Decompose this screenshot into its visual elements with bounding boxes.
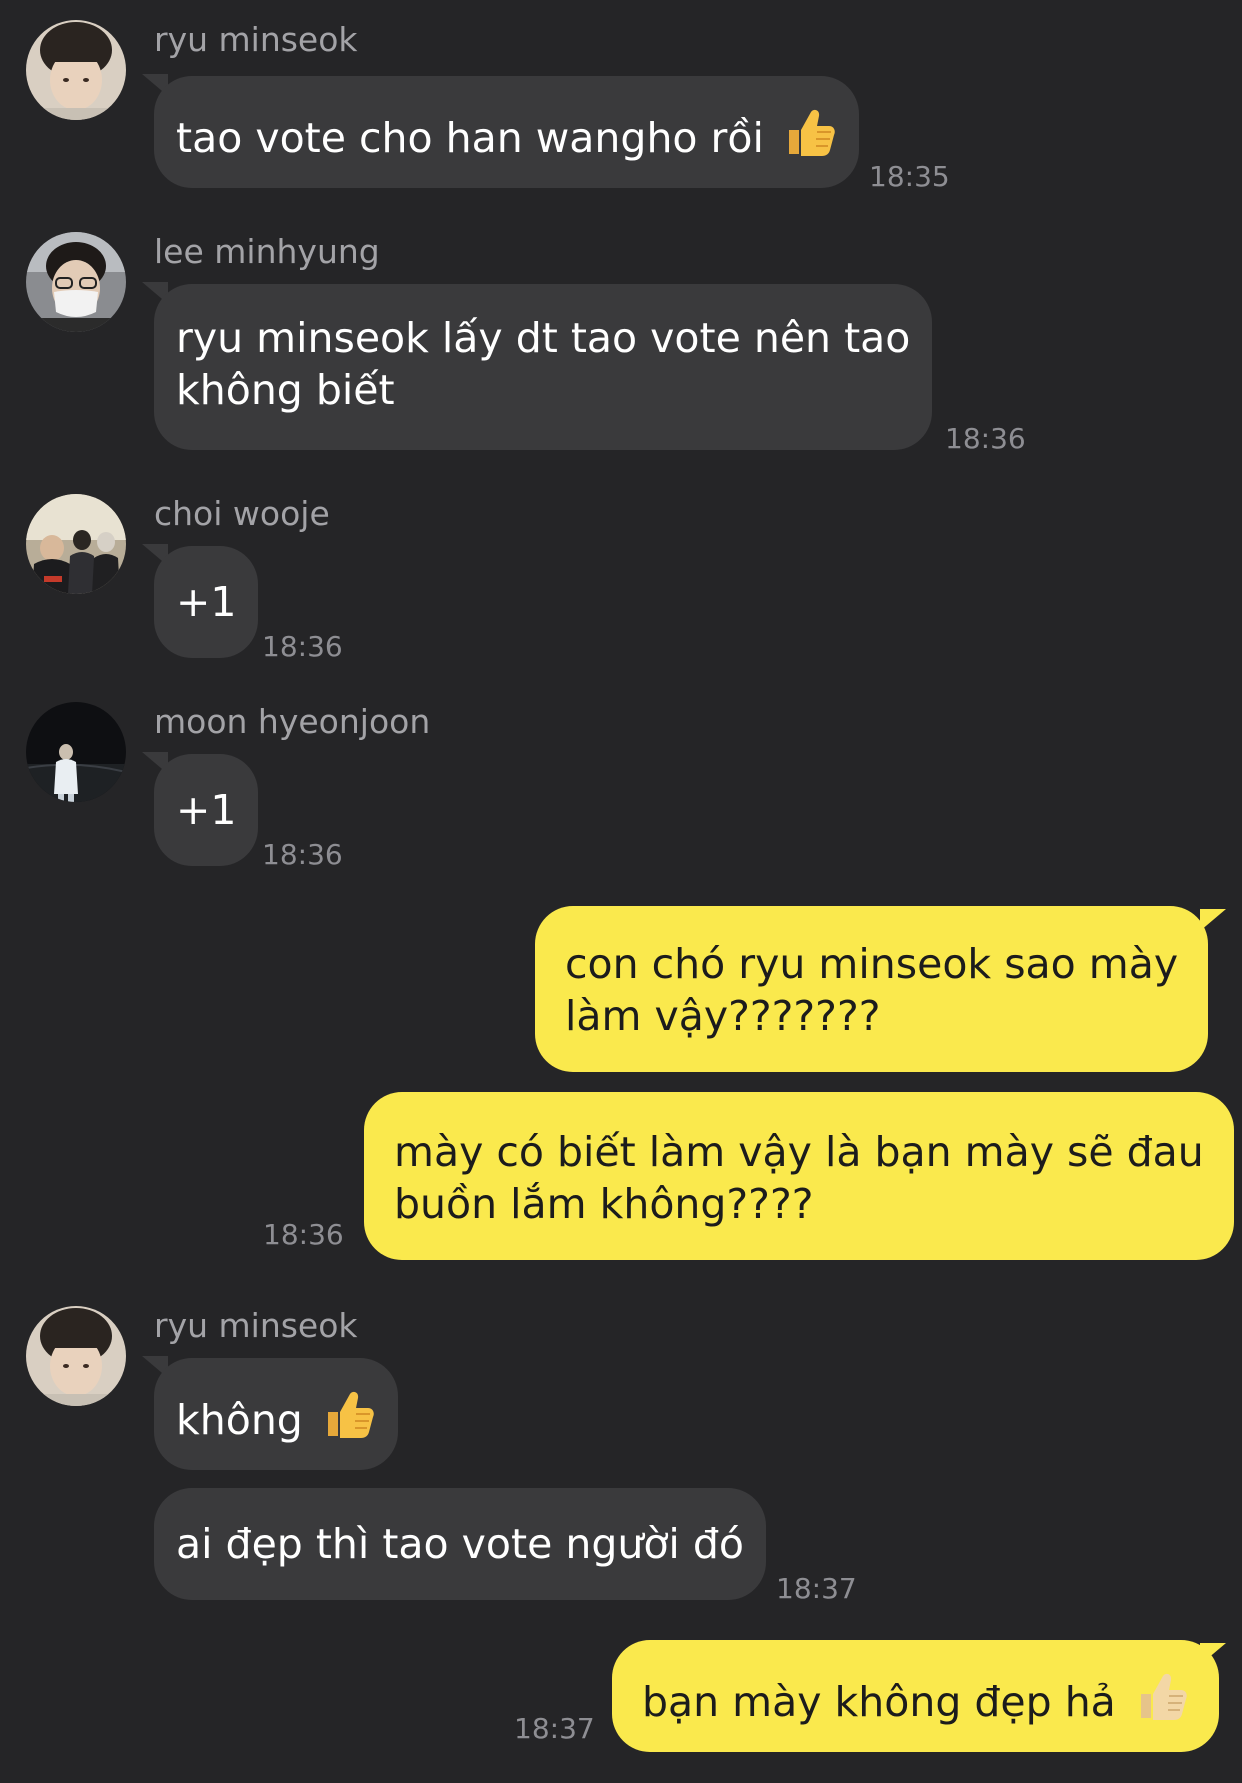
message-text-line: không biết bbox=[176, 366, 395, 414]
timestamp: 18:35 bbox=[869, 160, 950, 193]
sender-name: moon hyeonjoon bbox=[154, 702, 431, 741]
avatar-ryu-minseok[interactable] bbox=[26, 20, 126, 120]
message-text: +1 bbox=[176, 578, 237, 626]
message-text-line: ryu minseok lấy dt tao vote nên tao bbox=[176, 314, 911, 362]
sender-name: choi wooje bbox=[154, 494, 330, 533]
message-text-line: làm vậy??????? bbox=[565, 992, 881, 1040]
sender-name: ryu minseok bbox=[154, 20, 358, 59]
timestamp: 18:36 bbox=[263, 1218, 344, 1251]
message-text: bạn mày không đẹp hả bbox=[642, 1678, 1116, 1726]
outgoing-message-bubble[interactable]: bạn mày không đẹp hả bbox=[612, 1640, 1219, 1752]
message-text: ai đẹp thì tao vote người đó bbox=[176, 1520, 744, 1568]
message-bubble[interactable]: ryu minseok lấy dt tao vote nên tao khôn… bbox=[154, 284, 933, 450]
message-text: +1 bbox=[176, 786, 237, 834]
message-bubble[interactable]: +1 bbox=[154, 546, 259, 658]
sender-name: lee minhyung bbox=[154, 232, 380, 271]
thumbs-up-icon bbox=[1135, 1670, 1189, 1736]
message-text-line: con chó ryu minseok sao mày bbox=[565, 940, 1179, 988]
timestamp: 18:37 bbox=[514, 1712, 595, 1745]
timestamp: 18:37 bbox=[776, 1572, 857, 1605]
thumbs-up-icon bbox=[783, 106, 837, 172]
avatar-lee-minhyung[interactable] bbox=[26, 232, 126, 332]
message-bubble[interactable]: không bbox=[154, 1358, 398, 1470]
message-bubble[interactable]: ai đẹp thì tao vote người đó bbox=[154, 1488, 766, 1600]
avatar-choi-wooje[interactable] bbox=[26, 494, 126, 594]
sender-name: ryu minseok bbox=[154, 1306, 358, 1345]
timestamp: 18:36 bbox=[262, 630, 343, 663]
message-text: không bbox=[176, 1396, 303, 1444]
message-text-line: mày có biết làm vậy là bạn mày sẽ đau bbox=[394, 1128, 1204, 1176]
message-bubble[interactable]: tao vote cho han wangho rồi bbox=[154, 76, 859, 188]
message-text: tao vote cho han wangho rồi bbox=[176, 114, 764, 162]
timestamp: 18:36 bbox=[262, 838, 343, 871]
bubble-tail bbox=[1200, 909, 1226, 931]
outgoing-message-bubble[interactable]: con chó ryu minseok sao mày làm vậy?????… bbox=[535, 906, 1209, 1072]
bubble-tail bbox=[1200, 1643, 1226, 1665]
message-bubble[interactable]: +1 bbox=[154, 754, 259, 866]
thumbs-up-icon bbox=[322, 1388, 376, 1454]
outgoing-message-bubble[interactable]: mày có biết làm vậy là bạn mày sẽ đau bu… bbox=[364, 1092, 1234, 1260]
avatar-ryu-minseok[interactable] bbox=[26, 1306, 126, 1406]
timestamp: 18:36 bbox=[945, 422, 1026, 455]
message-text-line: buồn lắm không???? bbox=[394, 1180, 814, 1228]
avatar-moon-hyeonjoon[interactable] bbox=[26, 702, 126, 802]
